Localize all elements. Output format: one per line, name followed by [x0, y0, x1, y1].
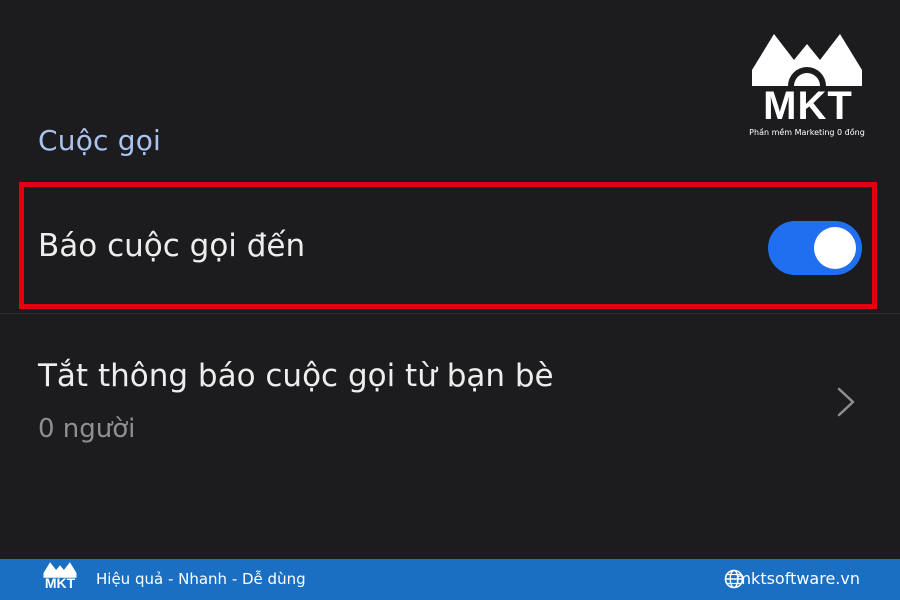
- divider: [0, 313, 900, 314]
- incoming-call-toggle[interactable]: [768, 221, 862, 275]
- footer-logo: MKT: [38, 561, 82, 599]
- mkt-logo-watermark: MKT Phần mềm Marketing 0 đồng: [748, 30, 866, 145]
- footer-slogan: Hiệu quả - Nhanh - Dễ dùng: [96, 570, 306, 588]
- toggle-knob: [814, 227, 856, 269]
- footer-logo-text: MKT: [44, 575, 76, 591]
- incoming-call-label: Báo cuộc gọi đến: [38, 228, 306, 264]
- logo-brand-text: MKT: [763, 84, 853, 128]
- mkt-logo-mark-icon: [752, 34, 862, 86]
- chevron-right-icon: [837, 387, 855, 417]
- section-title-calls: Cuộc gọi: [38, 124, 162, 157]
- mute-friend-calls-count: 0 người: [38, 414, 136, 444]
- footer-website[interactable]: mktsoftware.vn: [735, 569, 860, 588]
- mute-friend-calls-label: Tắt thông báo cuộc gọi từ bạn bè: [38, 358, 554, 394]
- logo-tagline: Phần mềm Marketing 0 đồng: [749, 128, 865, 137]
- footer-banner: MKT Hiệu quả - Nhanh - Dễ dùng mktsoftwa…: [0, 559, 900, 600]
- setting-row-mute-friend-calls[interactable]: Tắt thông báo cuộc gọi từ bạn bè 0 người: [38, 350, 868, 460]
- setting-row-incoming-call[interactable]: Báo cuộc gọi đến: [38, 186, 868, 306]
